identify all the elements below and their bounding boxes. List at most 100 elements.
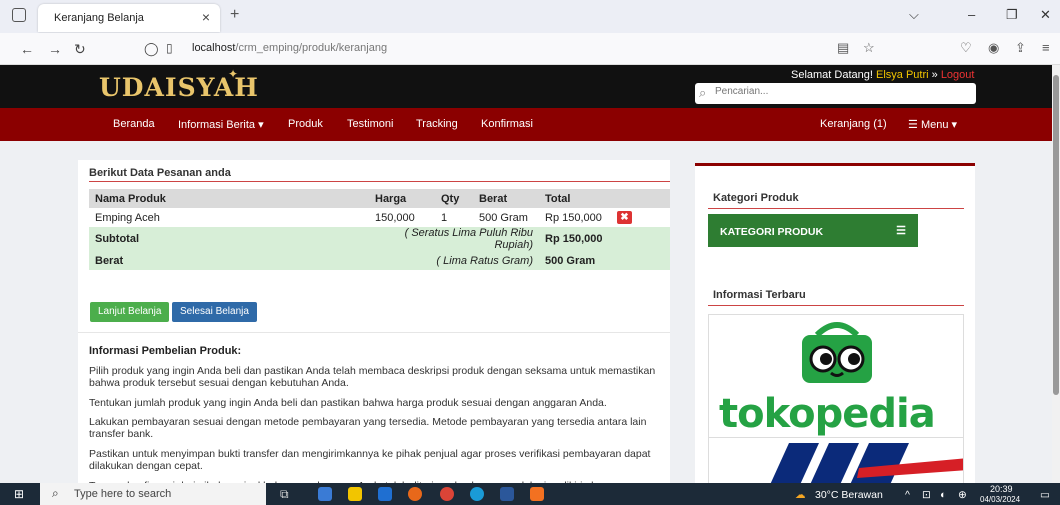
divider xyxy=(89,181,670,182)
chrome-icon[interactable] xyxy=(440,487,454,501)
weight-row: Berat ( Lima Ratus Gram) 500 Gram xyxy=(89,251,670,270)
nav-item-informasi-berita[interactable]: Informasi Berita ▾ xyxy=(178,118,264,131)
extensions-icon[interactable]: ⇪ xyxy=(1015,40,1026,56)
sidebar: Kategori Produk KATEGORI PRODUK ☰ Inform… xyxy=(695,163,975,486)
hamburger-menu-icon[interactable]: ≡ xyxy=(1042,40,1050,55)
logo-star-icon: ✦ xyxy=(228,67,239,81)
firefox-icon[interactable] xyxy=(408,487,422,501)
url-field[interactable]: localhost/crm_emping/produk/keranjang xyxy=(192,42,387,54)
search-input[interactable] xyxy=(715,86,965,97)
shield-icon[interactable]: ◯ xyxy=(144,41,159,57)
back-icon[interactable]: ← xyxy=(20,41,34,57)
subtotal-words: ( Seratus Lima Puluh Ribu Rupiah) xyxy=(369,227,539,251)
user-name: Elsya Putri xyxy=(876,69,929,81)
task-view-icon[interactable]: ⧉ xyxy=(280,487,289,502)
tokopedia-bag-icon xyxy=(802,322,872,383)
search-icon: ⌕ xyxy=(699,85,707,100)
table-header: Nama Produk Harga Qty Berat Total xyxy=(89,189,670,208)
reader-view-icon[interactable]: ▤ xyxy=(837,40,849,56)
clock-time[interactable]: 20:39 xyxy=(990,484,1013,494)
nav-item-produk[interactable]: Produk xyxy=(288,118,323,130)
info-paragraph: Pastikan untuk menyimpan bukti transfer … xyxy=(89,448,651,472)
weather-text[interactable]: 30°C Berawan xyxy=(815,489,883,501)
close-window-icon[interactable]: ✕ xyxy=(1040,7,1051,23)
taskbar-search-text: Type here to search xyxy=(74,488,172,500)
remove-item-button[interactable]: ✖ xyxy=(617,211,632,224)
taskbar-search[interactable]: ⌕ Type here to search xyxy=(40,483,266,505)
edge-icon[interactable] xyxy=(470,487,484,501)
jne-text: JNE xyxy=(719,467,721,469)
info-paragraph: Lakukan pembayaran sesuai dengan metode … xyxy=(89,416,647,440)
nav-item-beranda[interactable]: Beranda xyxy=(113,118,155,130)
col-header: Total xyxy=(539,189,611,208)
welcome-text: Selamat Datang! Elsya Putri » Logout xyxy=(791,69,975,81)
nav-item-tracking[interactable]: Tracking xyxy=(416,118,458,130)
close-icon[interactable]: × xyxy=(202,9,210,25)
nav-item-konfirmasi[interactable]: Konfirmasi xyxy=(481,118,533,130)
account-icon[interactable]: ◉ xyxy=(988,40,999,56)
page-icon: ▯ xyxy=(166,41,173,55)
store-icon[interactable] xyxy=(348,487,362,501)
kategori-button[interactable]: KATEGORI PRODUK ☰ xyxy=(708,214,918,247)
divider xyxy=(708,305,964,306)
search-icon: ⌕ xyxy=(52,486,59,500)
col-header: Berat xyxy=(473,189,539,208)
product-price: 150,000 xyxy=(375,211,415,224)
pocket-icon[interactable]: ♡ xyxy=(960,40,972,56)
product-qty: 1 xyxy=(441,211,448,224)
xampp-icon[interactable] xyxy=(530,487,544,501)
cart-table: Nama Produk Harga Qty Berat Total Emping… xyxy=(89,189,670,270)
divider xyxy=(708,208,964,209)
info-title: Informasi Pembelian Produk: xyxy=(89,345,242,357)
order-title: Berikut Data Pesanan anda xyxy=(89,167,231,179)
browser-tab-bar: Keranjang Belanja × + ⌵ – ❐ ✕ xyxy=(0,0,1060,33)
chevron-down-icon[interactable]: ⌵ xyxy=(909,7,919,23)
list-icon: ☰ xyxy=(896,225,906,237)
minimize-icon[interactable]: – xyxy=(968,7,975,22)
restore-icon[interactable]: ❐ xyxy=(1006,7,1018,23)
main-nav: Beranda Informasi Berita ▾ Produk Testim… xyxy=(0,108,1060,141)
address-bar-area: ← → ↻ ◯ ▯ localhost/crm_emping/produk/ke… xyxy=(0,33,1060,65)
notifications-icon[interactable]: ▭ xyxy=(1040,489,1050,501)
col-header: Nama Produk xyxy=(89,189,369,208)
jne-banner[interactable]: JNE xyxy=(708,437,964,486)
nav-item-cart[interactable]: Keranjang (1) xyxy=(820,118,887,130)
file-explorer-icon[interactable] xyxy=(318,487,332,501)
logout-link[interactable]: Logout xyxy=(941,69,975,81)
mail-icon[interactable] xyxy=(378,487,392,501)
clock-date[interactable]: 04/03/2024 xyxy=(980,495,1020,504)
jne-logo-icon: JNE xyxy=(719,443,963,485)
new-tab-icon[interactable]: + xyxy=(230,6,239,24)
bookmark-star-icon[interactable]: ☆ xyxy=(863,40,875,56)
tokopedia-banner[interactable]: tokopedia xyxy=(708,314,964,438)
word-icon[interactable] xyxy=(500,487,514,501)
col-header: Harga xyxy=(369,189,435,208)
subtotal-row: Subtotal ( Seratus Lima Puluh Ribu Rupia… xyxy=(89,227,670,251)
content-area: Berikut Data Pesanan anda Nama Produk Ha… xyxy=(0,141,1060,492)
browser-tab[interactable]: Keranjang Belanja × xyxy=(38,4,220,32)
weight-value: 500 Gram xyxy=(539,251,611,270)
nav-item-testimoni[interactable]: Testimoni xyxy=(347,118,393,130)
tab-list-icon[interactable] xyxy=(12,8,26,22)
info-paragraph: Pilih produk yang ingin Anda beli dan pa… xyxy=(89,365,656,389)
forward-icon[interactable]: → xyxy=(48,41,62,57)
search-box[interactable]: ⌕ xyxy=(695,83,976,104)
network-icon[interactable]: ⊡ xyxy=(922,489,931,501)
language-icon[interactable]: ⊕ xyxy=(958,489,967,501)
menu-icon: ☰ xyxy=(908,119,918,131)
page-scrollbar[interactable] xyxy=(1052,65,1060,483)
volume-icon[interactable]: ◐ xyxy=(940,489,946,501)
product-total: Rp 150,000 xyxy=(545,211,602,224)
tray-chevron-icon[interactable]: ^ xyxy=(905,489,910,501)
finish-shopping-button[interactable]: Selesai Belanja xyxy=(172,302,257,322)
subtotal-label: Subtotal xyxy=(89,227,369,251)
continue-shopping-button[interactable]: Lanjut Belanja xyxy=(90,302,170,322)
scroll-thumb[interactable] xyxy=(1053,75,1059,395)
weather-icon: ☁ xyxy=(795,489,806,501)
windows-taskbar: ⊞ ⌕ Type here to search ⧉ ☁ 30°C Berawan… xyxy=(0,483,1060,505)
reload-icon[interactable]: ↻ xyxy=(74,41,86,58)
nav-item-menu[interactable]: ☰ Menu ▾ xyxy=(908,118,957,131)
windows-start-icon[interactable]: ⊞ xyxy=(14,487,24,501)
weight-label: Berat xyxy=(89,251,369,270)
table-row: Emping Aceh 150,000 1 500 Gram Rp 150,00… xyxy=(89,208,670,227)
